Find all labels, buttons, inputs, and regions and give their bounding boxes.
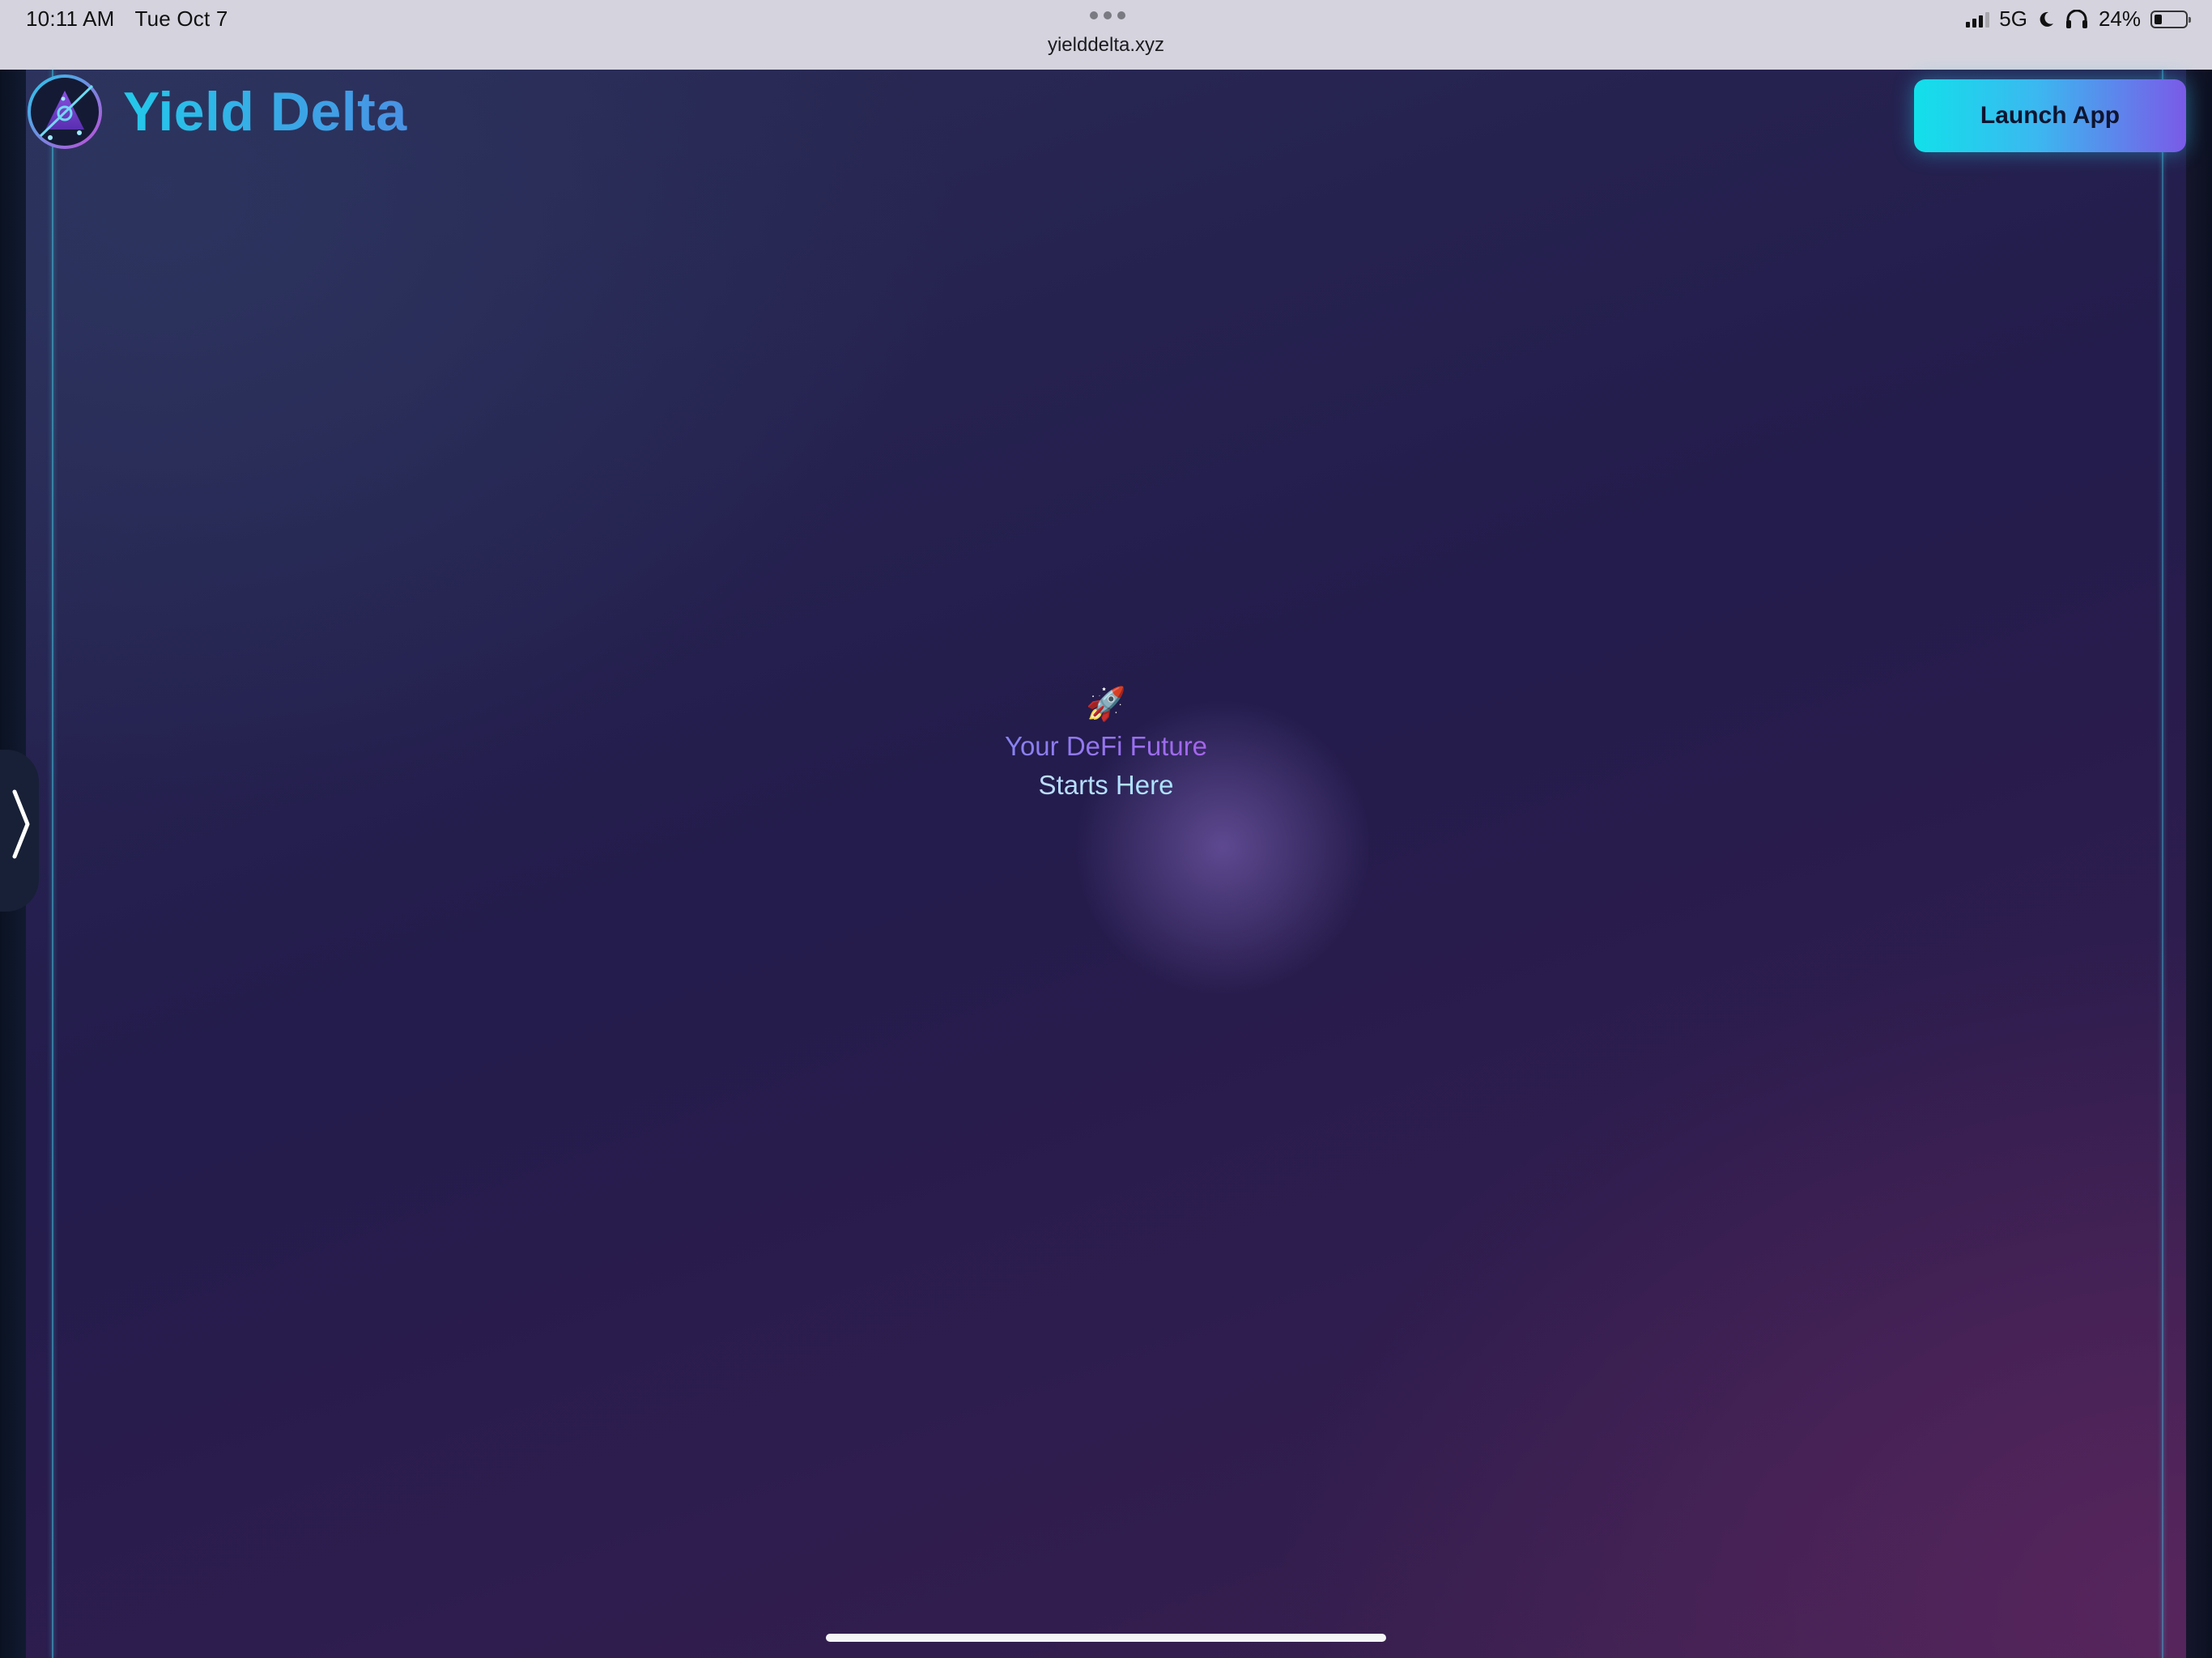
- rocket-icon: 🚀: [1086, 687, 1126, 722]
- home-indicator[interactable]: [826, 1634, 1386, 1642]
- launch-app-button[interactable]: Launch App: [1914, 79, 2186, 152]
- battery-percent: 24%: [2098, 6, 2141, 31]
- hero-tagline-line1: Your DeFi Future: [944, 727, 1268, 766]
- status-date: Tue Oct 7: [134, 6, 228, 31]
- neon-border-right: [2162, 70, 2163, 1658]
- yield-delta-logo-icon: [28, 74, 102, 149]
- signal-icon: [1966, 11, 1990, 28]
- multitasking-dots-icon[interactable]: [1090, 11, 1125, 19]
- screen: 10:11 AM Tue Oct 7 yielddelta.xyz 5G 24%: [0, 0, 2212, 1658]
- moon-icon: [2040, 11, 2053, 27]
- status-time-date: 10:11 AM Tue Oct 7: [26, 6, 243, 32]
- web-page: Yield Delta Launch App 🚀 Your DeFi Futur…: [0, 70, 2212, 1658]
- brand-name: Yield Delta: [123, 81, 407, 142]
- hero-loading: 🚀 Your DeFi Future Starts Here: [944, 685, 1268, 805]
- network-label: 5G: [1999, 6, 2027, 31]
- right-edge: [2186, 70, 2212, 1658]
- brand-logo-link[interactable]: Yield Delta: [26, 73, 407, 151]
- url-address[interactable]: yielddelta.xyz: [0, 34, 2212, 57]
- headphones-icon: [2065, 9, 2087, 28]
- hero-tagline-line2: Starts Here: [944, 766, 1268, 805]
- status-bar: 10:11 AM Tue Oct 7 yielddelta.xyz 5G 24%: [0, 0, 2212, 70]
- battery-icon: [2150, 10, 2191, 28]
- chevron-right-icon: [12, 789, 30, 859]
- status-indicators: 5G 24%: [1966, 6, 2191, 32]
- neon-border-left: [52, 70, 53, 1658]
- status-time: 10:11 AM: [26, 6, 115, 31]
- sidebar-toggle[interactable]: [0, 750, 39, 912]
